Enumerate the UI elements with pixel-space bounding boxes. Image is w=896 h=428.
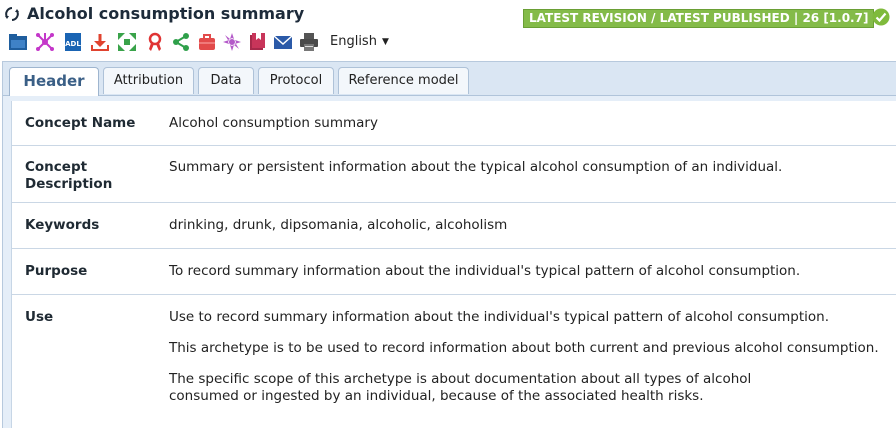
row-concept-description: Concept Description Summary or persisten… xyxy=(12,146,896,203)
title-bar: Alcohol consumption summary LATEST REVIS… xyxy=(0,0,896,28)
mail-icon[interactable] xyxy=(273,32,293,52)
header-content: Concept Name Alcohol consumption summary… xyxy=(11,101,896,428)
ribbon-icon[interactable] xyxy=(145,32,165,52)
tab-header[interactable]: Header xyxy=(9,67,99,96)
svg-text:ADL: ADL xyxy=(65,40,81,48)
row-value: Summary or persistent information about … xyxy=(169,159,783,175)
archetype-icon xyxy=(4,6,20,22)
tab-attribution[interactable]: Attribution xyxy=(103,67,194,94)
tab-reference-model[interactable]: Reference model xyxy=(338,67,469,94)
row-use: Use Use to record summary information ab… xyxy=(12,295,896,428)
row-label: Keywords xyxy=(25,217,100,233)
use-paragraph: Use to record summary information about … xyxy=(169,309,830,325)
row-value: Alcohol consumption summary xyxy=(169,115,378,131)
row-label: Concept Description xyxy=(25,159,113,192)
expand-icon[interactable] xyxy=(117,32,137,52)
adl-icon[interactable]: ADL xyxy=(63,32,83,52)
folder-icon[interactable] xyxy=(8,32,28,52)
download-icon[interactable] xyxy=(90,32,110,52)
row-label: Use xyxy=(25,309,54,325)
caret-down-icon: ▼ xyxy=(381,36,389,47)
tab-protocol[interactable]: Protocol xyxy=(258,67,334,94)
share-icon[interactable] xyxy=(171,32,191,52)
puzzle-icon[interactable] xyxy=(222,32,242,52)
page-title: Alcohol consumption summary xyxy=(27,4,305,23)
row-purpose: Purpose To record summary information ab… xyxy=(12,249,896,295)
check-icon xyxy=(872,8,890,26)
bookmarks-icon[interactable] xyxy=(247,32,267,52)
row-label: Concept Name xyxy=(25,115,136,131)
row-value: To record summary information about the … xyxy=(169,263,801,279)
tab-panel: Header Attribution Data Protocol Referen… xyxy=(2,61,896,428)
use-paragraph: This archetype is to be used to record i… xyxy=(169,340,879,356)
mindmap-icon[interactable] xyxy=(35,32,55,52)
revision-badge: LATEST REVISION / LATEST PUBLISHED | 26 … xyxy=(523,9,875,28)
print-icon[interactable] xyxy=(299,32,319,52)
row-value: Use to record summary information about … xyxy=(169,309,889,419)
row-keywords: Keywords drinking, drunk, dipsomania, al… xyxy=(12,203,896,249)
briefcase-icon[interactable] xyxy=(197,32,217,52)
language-select[interactable]: English ▼ xyxy=(330,34,389,49)
use-paragraph: The specific scope of this archetype is … xyxy=(169,371,752,404)
row-label: Purpose xyxy=(25,263,88,279)
row-value: drinking, drunk, dipsomania, alcoholic, … xyxy=(169,217,508,233)
tab-strip: Header Attribution Data Protocol Referen… xyxy=(3,62,896,96)
tab-data[interactable]: Data xyxy=(198,67,254,94)
language-label: English xyxy=(330,34,377,49)
row-concept-name: Concept Name Alcohol consumption summary xyxy=(12,101,896,146)
toolbar: ADL English ▼ xyxy=(0,28,896,56)
